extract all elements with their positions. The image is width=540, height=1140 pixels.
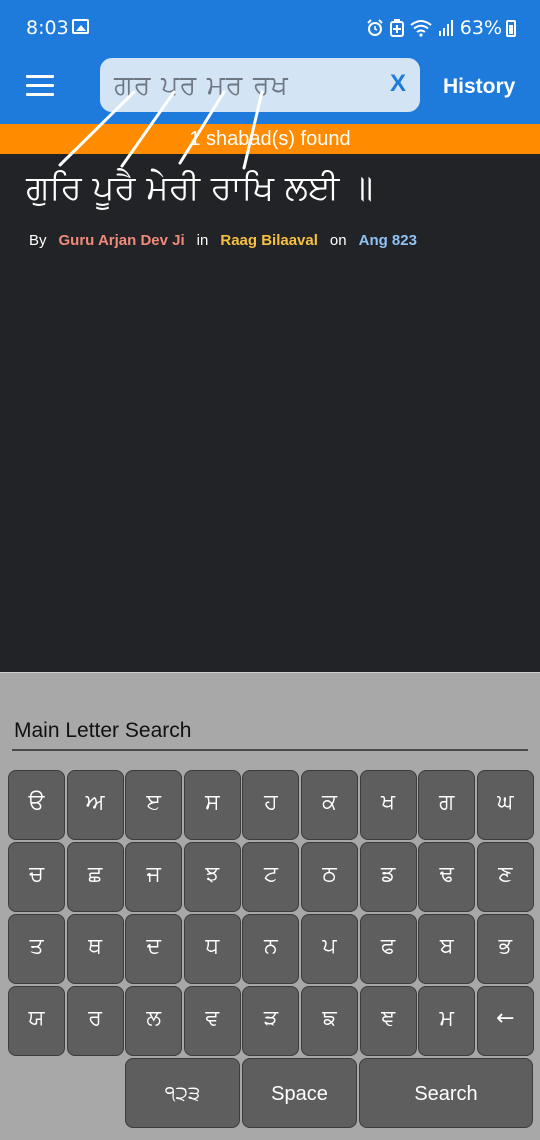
letter-key[interactable]: ਢ <box>418 842 476 912</box>
letter-key[interactable]: ਜ <box>125 842 183 912</box>
letter-key[interactable]: ਡ <box>359 842 417 912</box>
results-count-text: 1 shabad(s) found <box>189 128 351 150</box>
status-time: 8:03 <box>26 17 69 39</box>
history-button[interactable]: History <box>443 75 515 99</box>
raag-link[interactable]: Raag Bilaaval <box>220 232 318 249</box>
wifi-icon <box>410 20 432 37</box>
letter-key[interactable]: ਵ <box>183 986 241 1056</box>
letter-key[interactable]: ਨ <box>242 914 300 984</box>
letter-key[interactable]: ਠ <box>301 842 358 912</box>
signal-icon <box>438 20 453 36</box>
clear-search-button[interactable]: X <box>390 70 406 98</box>
letter-key[interactable]: ਪ <box>301 914 358 984</box>
letter-key[interactable]: ੳ <box>8 770 65 840</box>
letter-key[interactable]: ਭ <box>476 914 534 984</box>
by-label: By <box>29 232 47 249</box>
letter-key[interactable]: ਟ <box>242 842 300 912</box>
backspace-key[interactable]: ← <box>476 986 534 1056</box>
letter-key[interactable]: ਘ <box>476 770 534 840</box>
search-key[interactable]: Search <box>359 1058 533 1128</box>
in-label: in <box>196 232 209 249</box>
numbers-key[interactable]: ੧੨੩ <box>125 1058 240 1128</box>
letter-key[interactable]: ਧ <box>183 914 241 984</box>
letter-key[interactable]: ਗ <box>418 770 476 840</box>
letter-key[interactable]: ਰ <box>66 986 124 1056</box>
letter-key[interactable]: ਙ <box>301 986 358 1056</box>
hamburger-menu-icon[interactable] <box>26 75 54 97</box>
alarm-icon <box>367 19 383 36</box>
search-input-value: ਗਰ ਪਰ ਮਰ ਰਖ <box>114 70 289 101</box>
on-label: on <box>329 232 347 249</box>
letter-key[interactable]: ਣ <box>476 842 534 912</box>
battery-percentage: 63% <box>459 17 502 39</box>
ang-link[interactable]: Ang 823 <box>359 232 417 249</box>
letter-key[interactable]: ਞ <box>359 986 417 1056</box>
battery-saver-icon <box>389 19 404 37</box>
letter-key[interactable]: ੲ <box>125 770 183 840</box>
letter-key[interactable]: ਮ <box>418 986 476 1056</box>
author-link[interactable]: Guru Arjan Dev Ji <box>59 232 185 249</box>
search-input[interactable]: ਗਰ ਪਰ ਮਰ ਰਖ X <box>100 58 420 112</box>
letter-key[interactable]: ਯ <box>8 986 65 1056</box>
letter-key[interactable]: ਬ <box>418 914 476 984</box>
letter-key[interactable]: ੜ <box>242 986 300 1056</box>
letter-key[interactable]: ਚ <box>8 842 65 912</box>
letter-key[interactable]: ਤ <box>8 914 65 984</box>
results-count-banner: 1 shabad(s) found <box>0 124 540 154</box>
letter-key[interactable]: ਥ <box>66 914 124 984</box>
keyboard-title-divider <box>12 749 528 751</box>
battery-icon <box>506 19 516 37</box>
shabad-meta: By Guru Arjan Dev Ji in Raag Bilaaval on Ang … <box>29 232 417 249</box>
gallery-icon <box>72 19 89 34</box>
letter-key[interactable]: ਖ <box>359 770 417 840</box>
app-bar: ਗਰ ਪਰ ਮਰ ਰਖ X History <box>0 58 540 124</box>
status-icons: 63% <box>360 17 516 39</box>
letter-key[interactable]: ਕ <box>301 770 358 840</box>
letter-key[interactable]: ਅ <box>66 770 124 840</box>
letter-key[interactable]: ਫ <box>359 914 417 984</box>
letter-key[interactable]: ਲ <box>125 986 183 1056</box>
letter-key[interactable]: ਝ <box>183 842 241 912</box>
space-key[interactable]: Space <box>242 1058 357 1128</box>
shabad-result-line[interactable]: ਗੁਰਿ ਪੂਰੈ ਮੇਰੀ ਰਾਖਿ ਲਈ ॥ <box>26 168 373 208</box>
gurmukhi-keyboard: Main Letter Search ੳਅੲਸਹਕਖਗਘ ਚਛਜਝਟਠਡਢਣ ਤਥਦ… <box>0 672 540 1140</box>
letter-key[interactable]: ਛ <box>66 842 124 912</box>
letter-key[interactable]: ਹ <box>242 770 300 840</box>
status-bar: 8:03 63% <box>0 0 540 58</box>
letter-key[interactable]: ਦ <box>125 914 183 984</box>
letter-key[interactable]: ਸ <box>183 770 241 840</box>
keyboard-title: Main Letter Search <box>14 719 192 742</box>
